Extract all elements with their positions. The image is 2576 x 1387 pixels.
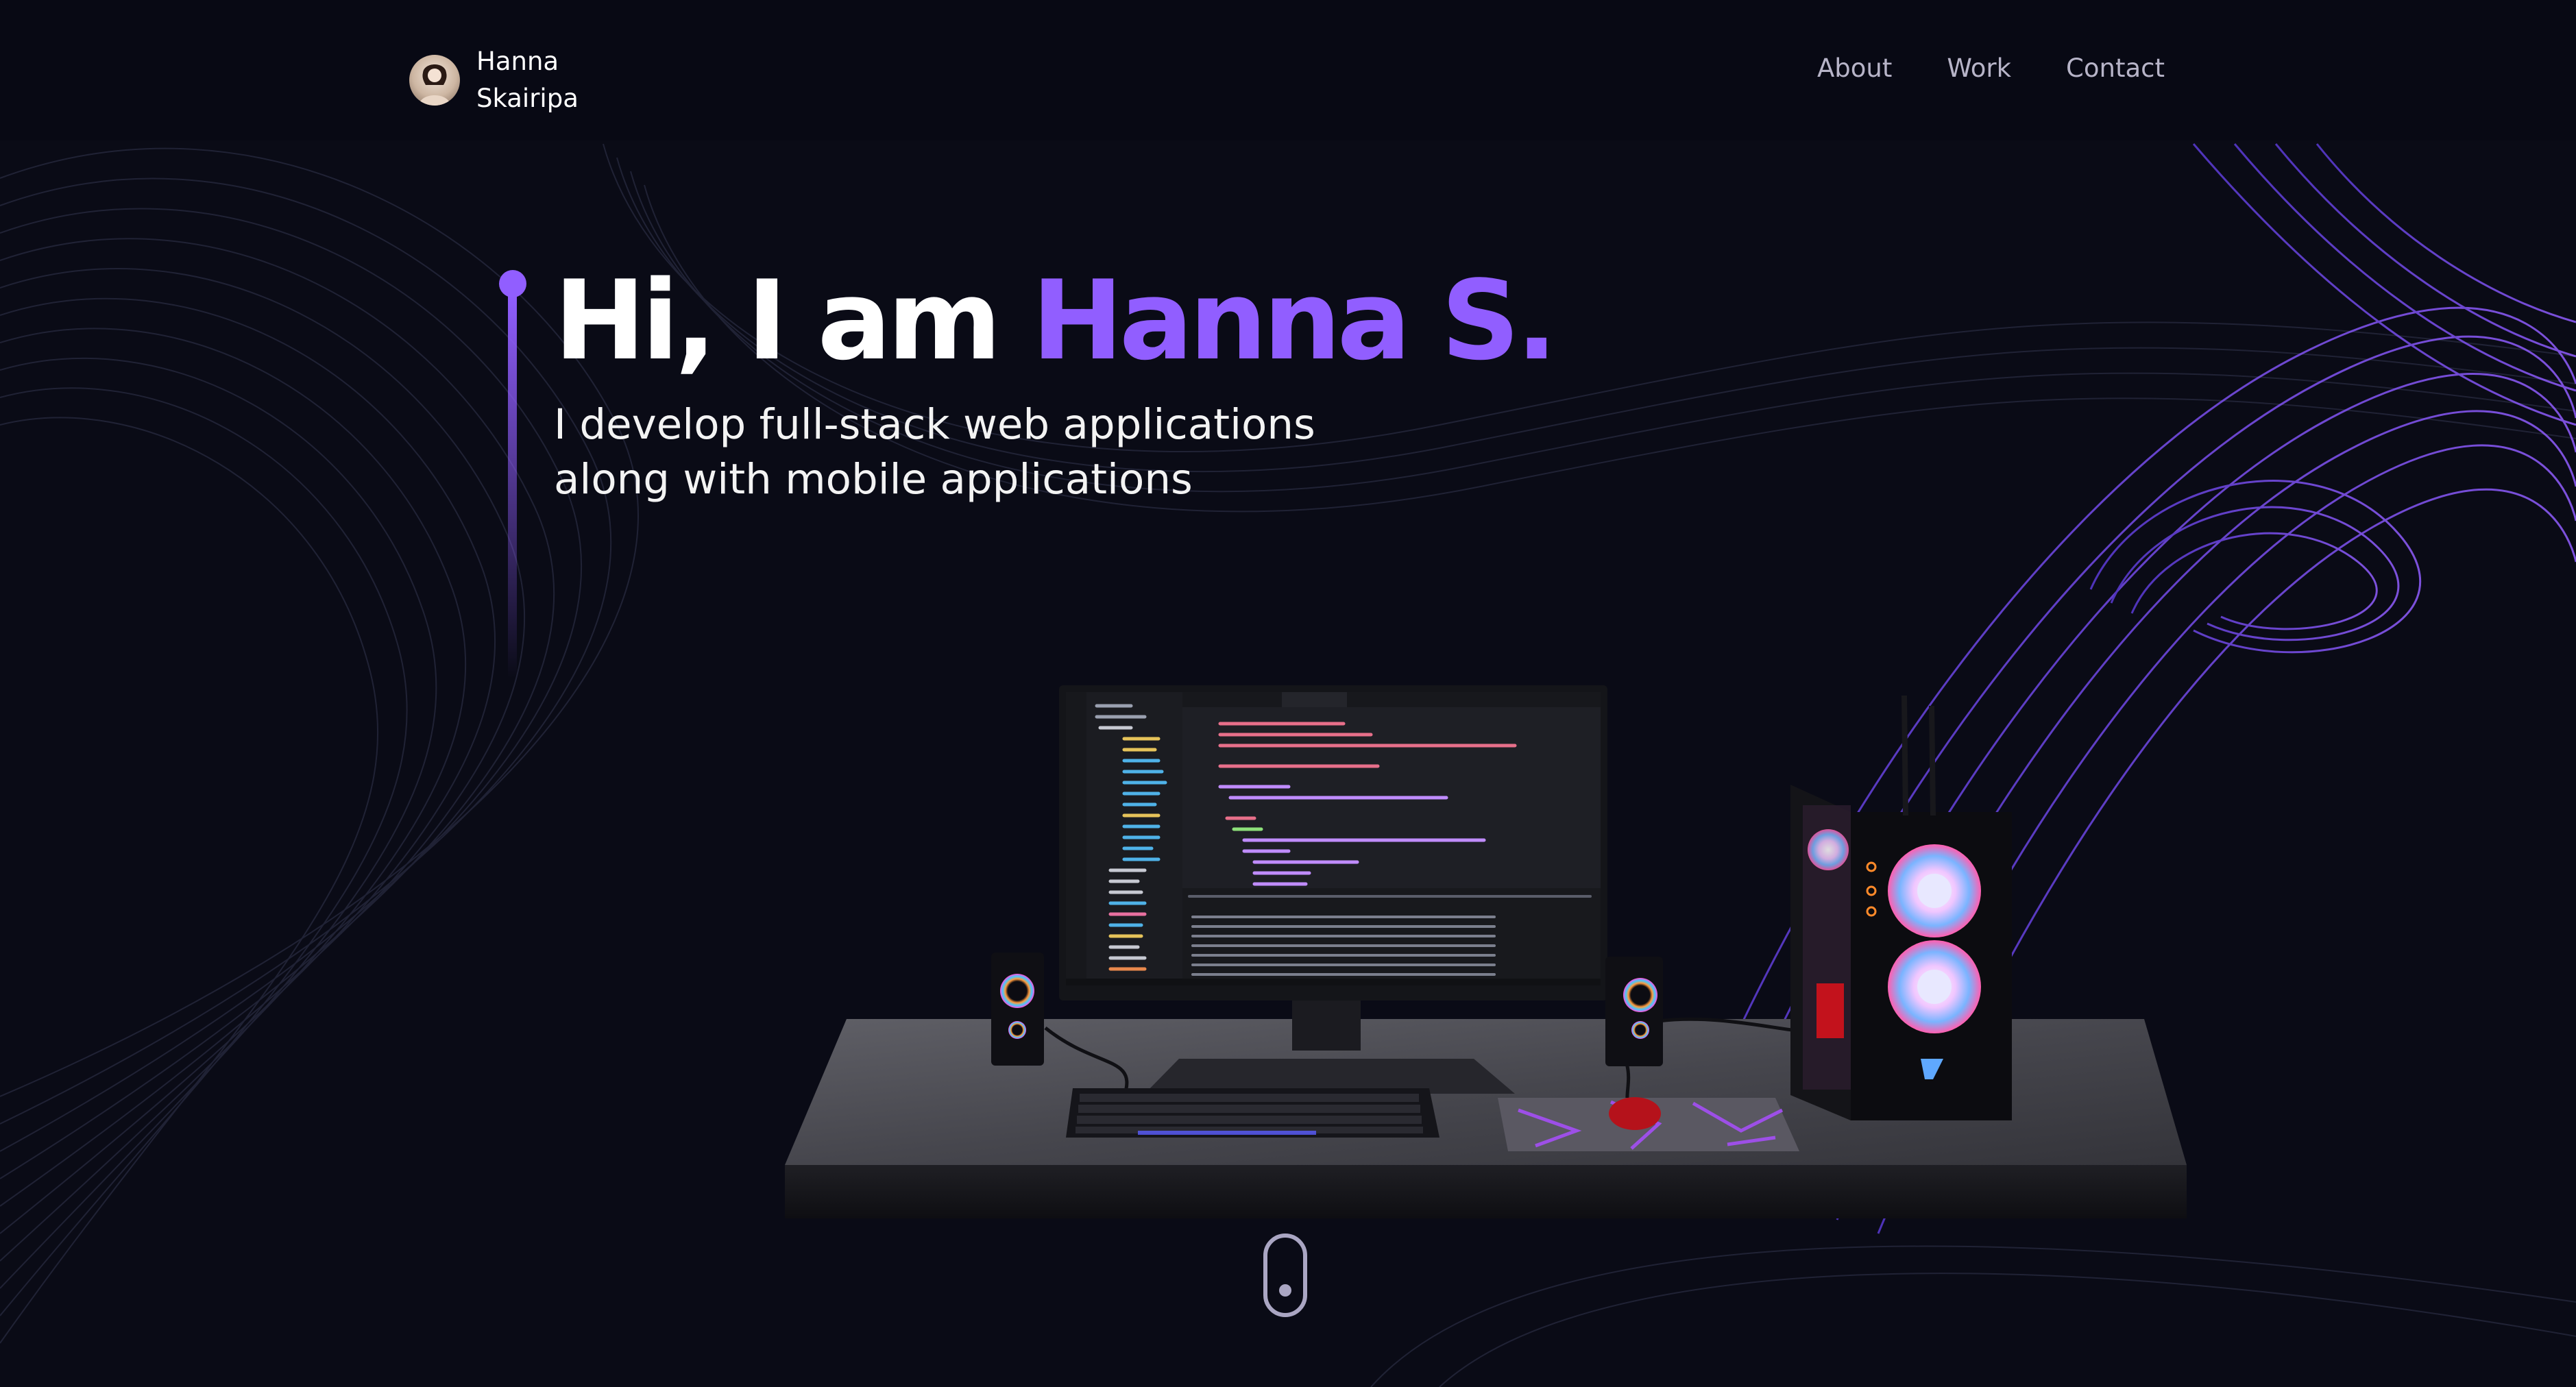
- left-speaker-tweeter: [1008, 1021, 1026, 1039]
- right-speaker: [1605, 957, 1663, 1066]
- pc-fan-side: [1808, 829, 1849, 870]
- monitor-stand-neck: [1292, 997, 1361, 1051]
- editor-tab-bar: [1182, 692, 1601, 707]
- gaming-mouse: [1609, 1097, 1661, 1130]
- scroll-indicator-dot: [1279, 1284, 1291, 1297]
- desktop-computer-3d-scene[interactable]: [0, 0, 2576, 1387]
- pc-fan-top-hub: [1917, 874, 1952, 908]
- left-speaker: [991, 953, 1044, 1066]
- left-speaker-woofer: [1000, 974, 1034, 1008]
- mouse-scroll-icon[interactable]: [1263, 1233, 1307, 1317]
- pc-gpu-red: [1816, 983, 1844, 1038]
- editor-status-bar: [1066, 979, 1601, 985]
- right-speaker-woofer: [1623, 978, 1657, 1012]
- right-speaker-tweeter: [1631, 1021, 1649, 1039]
- wifi-antenna-left: [1901, 695, 1908, 816]
- editor-active-tab: [1282, 692, 1347, 707]
- editor-activity-bar: [1066, 692, 1086, 985]
- desk-front-edge: [785, 1165, 2187, 1218]
- wifi-antenna-right: [1929, 705, 1936, 816]
- keyboard-rgb-strip: [1138, 1131, 1316, 1135]
- pc-fan-bottom-hub: [1917, 970, 1952, 1004]
